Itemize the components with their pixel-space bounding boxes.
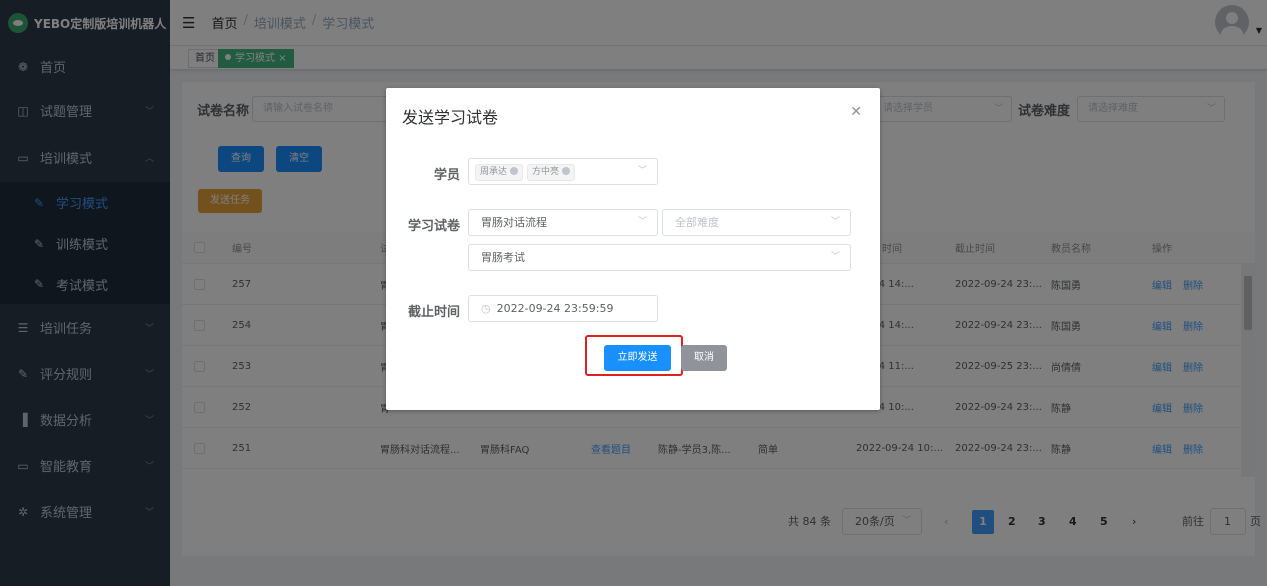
difficulty-select[interactable]: 全部难度 ﹀	[662, 209, 851, 236]
student-chip: 方中亮	[527, 163, 576, 181]
chevron-down-icon: ﹀	[637, 217, 647, 227]
chip-label: 方中亮	[532, 166, 560, 177]
dialog-title: 发送学习试卷	[402, 108, 499, 127]
remove-chip-icon[interactable]	[510, 166, 519, 175]
deadline-picker[interactable]: ◷ 2022-09-24 23:59:59	[468, 295, 658, 322]
remove-chip-icon[interactable]	[562, 166, 571, 175]
chevron-down-icon: ﹀	[637, 166, 647, 176]
close-icon[interactable]: ✕	[850, 104, 862, 120]
student-label: 学员	[433, 168, 460, 183]
paper-second-select[interactable]: 胃肠考试 ﹀	[468, 244, 851, 271]
student-chip: 周承达	[475, 163, 524, 181]
select-value: 胃肠对话流程	[481, 216, 547, 229]
paper-label: 学习试卷	[407, 219, 460, 234]
cancel-button[interactable]: 取消	[681, 345, 727, 371]
deadline-value: 2022-09-24 23:59:59	[496, 302, 614, 315]
send-paper-dialog: 发送学习试卷 ✕ 学员 周承达 方中亮 ﹀ 学习试卷 胃肠对话流程 ﹀ 全部难度 ﹀ …	[386, 88, 880, 410]
chip-label: 周承达	[480, 166, 508, 177]
select-placeholder: 全部难度	[675, 216, 719, 229]
deadline-label: 截止时间	[407, 305, 460, 320]
select-value: 胃肠考试	[481, 251, 525, 264]
send-now-button[interactable]: 立即发送	[604, 345, 671, 371]
clock-icon: ◷	[481, 302, 491, 315]
paper-select[interactable]: 胃肠对话流程 ﹀	[468, 209, 658, 236]
chevron-down-icon: ﹀	[830, 217, 840, 227]
student-multiselect[interactable]: 周承达 方中亮 ﹀	[468, 158, 658, 185]
chevron-down-icon: ﹀	[830, 252, 840, 262]
